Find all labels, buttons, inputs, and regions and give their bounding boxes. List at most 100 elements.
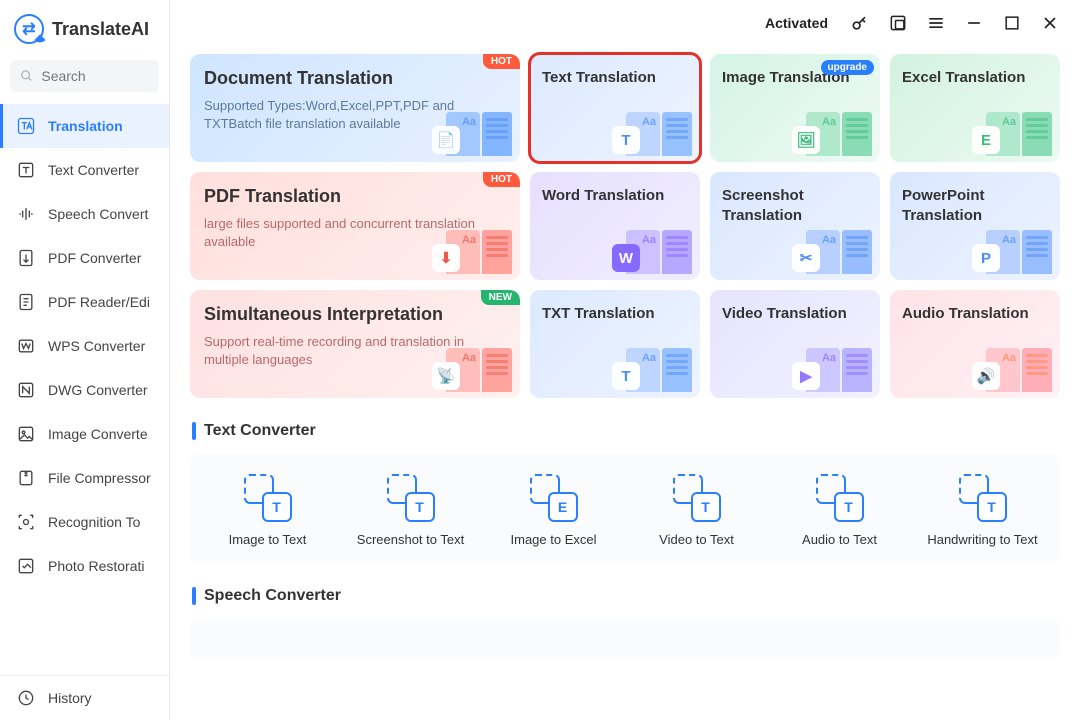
card-powerpoint-translation[interactable]: PowerPoint Translation AaP xyxy=(890,172,1060,280)
section-title: Text Converter xyxy=(204,422,316,440)
card-deco: Aa✂ xyxy=(806,230,872,274)
text-converter-icon xyxy=(16,160,36,180)
tool-icon: T xyxy=(673,474,721,522)
sidebar-item-image-converter[interactable]: Image Converte xyxy=(0,412,169,456)
sidebar-item-label: Speech Convert xyxy=(48,206,148,222)
pdf-reader-icon xyxy=(16,292,36,312)
translation-row-3: NEW Simultaneous Interpretation Support … xyxy=(190,290,1060,398)
activated-label: Activated xyxy=(765,15,828,31)
restore-icon xyxy=(16,556,36,576)
tool-label: Audio to Text xyxy=(802,532,877,549)
card-deco: Aa▶ xyxy=(806,348,872,392)
card-title: Excel Translation xyxy=(902,68,1048,88)
card-title: Simultaneous Interpretation xyxy=(204,304,506,325)
speech-converter-tools xyxy=(190,619,1060,659)
badge-hot: HOT xyxy=(483,172,520,187)
tool-label: Image to Excel xyxy=(511,532,597,549)
card-audio-translation[interactable]: Audio Translation Aa🔊 xyxy=(890,290,1060,398)
sidebar-item-recognition[interactable]: Recognition To xyxy=(0,500,169,544)
tool-label: Video to Text xyxy=(659,532,734,549)
translation-row-2: HOT PDF Translation large files supporte… xyxy=(190,172,1060,280)
card-deco: AaT xyxy=(626,112,692,156)
titlebar: Activated xyxy=(170,0,1080,46)
card-txt-translation[interactable]: TXT Translation AaT xyxy=(530,290,700,398)
sidebar-item-label: Recognition To xyxy=(48,514,140,530)
sidebar-item-label: Text Converter xyxy=(48,162,139,178)
card-image-translation[interactable]: upgrade Image Translation Aa🖼 xyxy=(710,54,880,162)
card-title: Audio Translation xyxy=(902,304,1048,324)
card-deco: Aa📡 xyxy=(446,348,512,392)
tool-icon: E xyxy=(530,474,578,522)
section-header-text-converter: Text Converter xyxy=(192,422,1060,440)
card-title: Video Translation xyxy=(722,304,868,324)
search-input[interactable] xyxy=(41,68,149,84)
sidebar-item-label: History xyxy=(48,690,92,706)
sidebar-item-label: DWG Converter xyxy=(48,382,148,398)
tool-video-to-text[interactable]: T Video to Text xyxy=(629,474,764,549)
card-video-translation[interactable]: Video Translation Aa▶ xyxy=(710,290,880,398)
sidebar-item-photo-restore[interactable]: Photo Restorati xyxy=(0,544,169,588)
tool-label: Screenshot to Text xyxy=(357,532,464,549)
sidebar-item-dwg-converter[interactable]: DWG Converter xyxy=(0,368,169,412)
card-excel-translation[interactable]: Excel Translation AaE xyxy=(890,54,1060,162)
sidebar-item-label: WPS Converter xyxy=(48,338,145,354)
card-title: PDF Translation xyxy=(204,186,506,207)
history-icon xyxy=(16,688,36,708)
close-icon[interactable] xyxy=(1040,13,1060,33)
card-title: PowerPoint Translation xyxy=(902,186,1048,225)
card-deco: Aa⬇ xyxy=(446,230,512,274)
sidebar-item-label: Translation xyxy=(48,118,123,134)
card-deco: Aa📄 xyxy=(446,112,512,156)
tool-label: Handwriting to Text xyxy=(927,532,1037,549)
sidebar-item-label: PDF Reader/Edi xyxy=(48,294,150,310)
tool-image-to-text[interactable]: T Image to Text xyxy=(200,474,335,549)
tool-label: Image to Text xyxy=(229,532,307,549)
sidebar-item-history[interactable]: History xyxy=(0,675,169,720)
tool-image-to-excel[interactable]: E Image to Excel xyxy=(486,474,621,549)
card-text-translation[interactable]: Text Translation AaT xyxy=(530,54,700,162)
card-deco: AaE xyxy=(986,112,1052,156)
card-title: Screenshot Translation xyxy=(722,186,868,225)
tool-screenshot-to-text[interactable]: T Screenshot to Text xyxy=(343,474,478,549)
sidebar-item-label: PDF Converter xyxy=(48,250,141,266)
card-title: Text Translation xyxy=(542,68,688,88)
card-pdf-translation[interactable]: HOT PDF Translation large files supporte… xyxy=(190,172,520,280)
search-box[interactable] xyxy=(10,60,159,92)
compress-icon xyxy=(16,468,36,488)
card-screenshot-translation[interactable]: Screenshot Translation Aa✂ xyxy=(710,172,880,280)
section-title: Speech Converter xyxy=(204,587,341,605)
dwg-icon xyxy=(16,380,36,400)
card-word-translation[interactable]: Word Translation AaW xyxy=(530,172,700,280)
brand-name: TranslateAI xyxy=(52,19,149,40)
translation-row-1: HOT Document Translation Supported Types… xyxy=(190,54,1060,162)
minimize-icon[interactable] xyxy=(964,13,984,33)
pdf-converter-icon xyxy=(16,248,36,268)
sidebar-item-label: Image Converte xyxy=(48,426,148,442)
sidebar-item-pdf-reader[interactable]: PDF Reader/Edi xyxy=(0,280,169,324)
sidebar-item-speech-convert[interactable]: Speech Convert xyxy=(0,192,169,236)
badge-upgrade: upgrade xyxy=(821,60,874,75)
sidebar-item-text-converter[interactable]: Text Converter xyxy=(0,148,169,192)
sidebar-item-label: Photo Restorati xyxy=(48,558,145,574)
content: HOT Document Translation Supported Types… xyxy=(170,46,1080,720)
card-deco: Aa🖼 xyxy=(806,112,872,156)
screenshot-icon[interactable] xyxy=(888,13,908,33)
menu-icon[interactable] xyxy=(926,13,946,33)
wps-icon xyxy=(16,336,36,356)
sidebar-item-file-compressor[interactable]: File Compressor xyxy=(0,456,169,500)
card-title: TXT Translation xyxy=(542,304,688,324)
main: Activated HOT Document Translation Suppo… xyxy=(170,0,1080,720)
recognition-icon xyxy=(16,512,36,532)
key-icon[interactable] xyxy=(850,13,870,33)
maximize-icon[interactable] xyxy=(1002,13,1022,33)
sidebar-item-wps-converter[interactable]: WPS Converter xyxy=(0,324,169,368)
speech-icon xyxy=(16,204,36,224)
app-logo-icon: ⇄ xyxy=(14,14,44,44)
sidebar-item-pdf-converter[interactable]: PDF Converter xyxy=(0,236,169,280)
tool-audio-to-text[interactable]: T Audio to Text xyxy=(772,474,907,549)
card-document-translation[interactable]: HOT Document Translation Supported Types… xyxy=(190,54,520,162)
logo-row: ⇄ TranslateAI xyxy=(0,0,169,56)
tool-handwriting-to-text[interactable]: T Handwriting to Text xyxy=(915,474,1050,549)
sidebar-item-translation[interactable]: Translation xyxy=(0,104,169,148)
card-simultaneous-interpretation[interactable]: NEW Simultaneous Interpretation Support … xyxy=(190,290,520,398)
